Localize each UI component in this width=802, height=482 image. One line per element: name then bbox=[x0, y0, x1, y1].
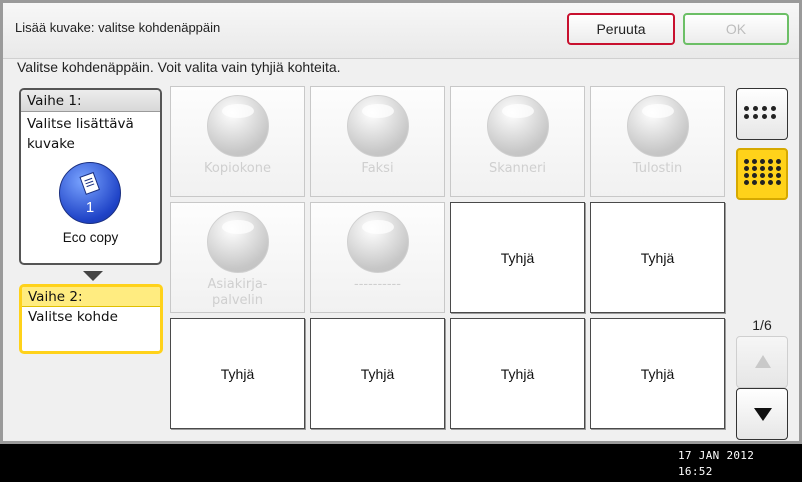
tile-empty[interactable]: Tyhjä bbox=[590, 318, 725, 429]
status-time: 16:52 bbox=[678, 465, 713, 478]
tile-label: Tyhjä bbox=[640, 366, 675, 382]
tile-label: Tyhjä bbox=[500, 250, 535, 266]
tile-empty[interactable]: Tyhjä bbox=[450, 202, 585, 313]
tile-empty[interactable]: Tyhjä bbox=[450, 318, 585, 429]
cancel-button[interactable]: Peruuta bbox=[567, 13, 675, 45]
step2-text: Valitse kohde bbox=[28, 309, 118, 325]
function-orb-icon bbox=[627, 95, 689, 157]
tile-asiakirjapalvelin: Asiakirja- palvelin bbox=[170, 202, 305, 313]
tile-tulostin: Tulostin bbox=[590, 86, 725, 197]
tile-unassigned: ---------- bbox=[310, 202, 445, 313]
step2-panel: Vaihe 2: Valitse kohde bbox=[19, 284, 163, 354]
tile-label: Skanneri bbox=[489, 161, 546, 176]
tile-label: Kopiokone bbox=[204, 161, 271, 176]
step1-icon-label: Eco copy bbox=[62, 230, 119, 245]
status-bar: 17 JAN 2012 16:52 bbox=[0, 444, 802, 482]
tile-label: ---------- bbox=[354, 277, 401, 292]
dots-grid-icon bbox=[744, 159, 781, 185]
ok-button[interactable]: OK bbox=[683, 13, 789, 45]
step1-heading: Vaihe 1: bbox=[21, 90, 160, 112]
step2-heading: Vaihe 2: bbox=[22, 287, 160, 307]
tile-empty[interactable]: Tyhjä bbox=[590, 202, 725, 313]
step1-text: Valitse lisättävä kuvake bbox=[27, 116, 134, 152]
tile-label: Tyhjä bbox=[220, 366, 255, 382]
tile-empty[interactable]: Tyhjä bbox=[310, 318, 445, 429]
tile-empty[interactable]: Tyhjä bbox=[170, 318, 305, 429]
arrow-up-icon bbox=[755, 355, 771, 368]
page-down-button[interactable] bbox=[736, 388, 788, 440]
step1-panel: Vaihe 1: Valitse lisättävä kuvake 1 Eco … bbox=[19, 88, 162, 265]
tile-label: Tyhjä bbox=[360, 366, 395, 382]
tile-label: Tyhjä bbox=[640, 250, 675, 266]
function-orb-icon bbox=[347, 95, 409, 157]
page-indicator: 1/6 bbox=[752, 317, 772, 333]
instruction-text: Valitse kohdenäppäin. Voit valita vain t… bbox=[17, 59, 341, 75]
tile-label: Asiakirja- palvelin bbox=[207, 277, 268, 308]
page-up-button[interactable] bbox=[736, 336, 788, 388]
arrow-down-icon bbox=[754, 408, 772, 421]
tile-label: Faksi bbox=[361, 161, 394, 176]
status-date: 17 JAN 2012 bbox=[678, 449, 755, 462]
dots-2x4-icon bbox=[744, 106, 777, 119]
function-orb-icon bbox=[347, 211, 409, 273]
document-icon bbox=[79, 171, 101, 195]
title-bar: Lisää kuvake: valitse kohdenäppäin Peruu… bbox=[3, 3, 799, 59]
screen: Lisää kuvake: valitse kohdenäppäin Peruu… bbox=[0, 0, 802, 444]
eco-copy-document-icon: 1 bbox=[59, 162, 121, 224]
tile-label: Tyhjä bbox=[500, 366, 535, 382]
small-icons-view-button[interactable] bbox=[736, 88, 788, 140]
function-orb-icon bbox=[207, 95, 269, 157]
large-icons-view-button[interactable] bbox=[736, 148, 788, 200]
tile-label: Tulostin bbox=[632, 161, 683, 176]
step-arrow-icon bbox=[83, 271, 103, 281]
function-orb-icon bbox=[487, 95, 549, 157]
step1-icon-number: 1 bbox=[85, 199, 95, 216]
page-title: Lisää kuvake: valitse kohdenäppäin bbox=[15, 20, 221, 35]
tile-kopiokone: Kopiokone bbox=[170, 86, 305, 197]
tile-skanneri: Skanneri bbox=[450, 86, 585, 197]
function-orb-icon bbox=[207, 211, 269, 273]
tile-faksi: Faksi bbox=[310, 86, 445, 197]
